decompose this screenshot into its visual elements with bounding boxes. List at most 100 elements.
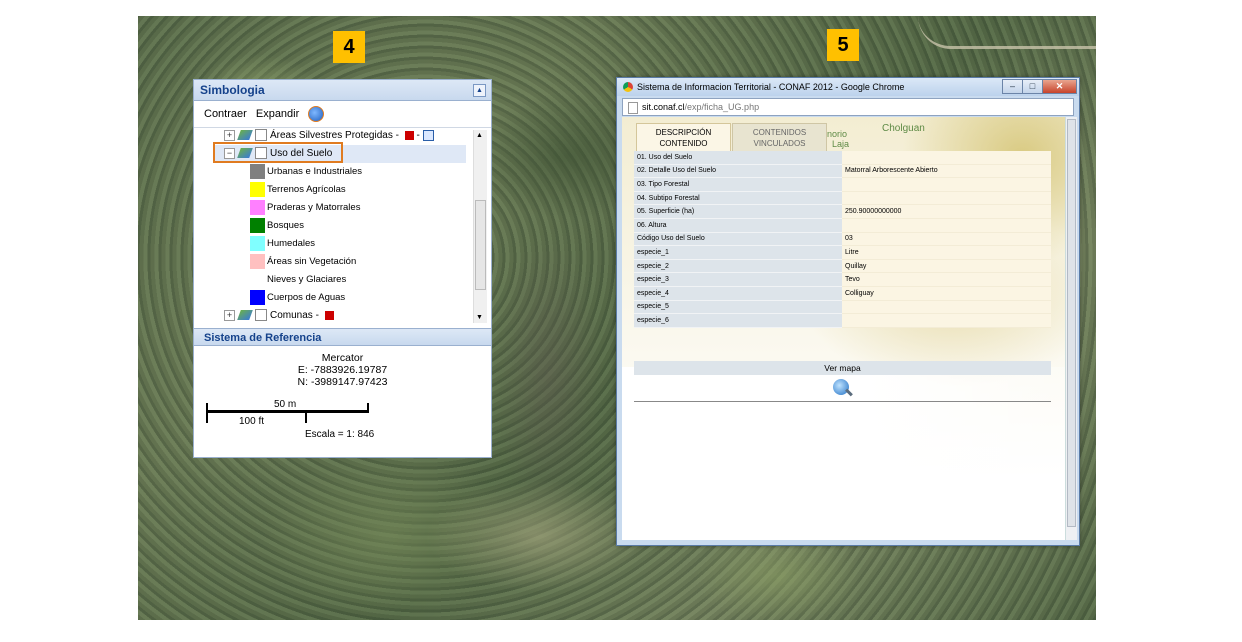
legend-swatch: [250, 200, 265, 215]
contraer-link[interactable]: Contraer: [204, 108, 247, 120]
expand-icon[interactable]: +: [224, 129, 235, 141]
divider: [634, 401, 1051, 402]
expandir-link[interactable]: Expandir: [256, 108, 299, 120]
info-icon[interactable]: [324, 310, 334, 320]
table-row: 04. Subtipo Forestal: [634, 191, 1051, 206]
attribute-value: [842, 300, 1051, 315]
simbologia-title: Simbologia: [200, 83, 265, 97]
url-path: /exp/ficha_UG.php: [684, 102, 760, 112]
legend-swatch: [250, 254, 265, 269]
scroll-thumb[interactable]: [475, 200, 486, 290]
layer-checkbox[interactable]: [255, 309, 267, 322]
attribute-key: especie_4: [634, 286, 842, 301]
attribute-value: Colliguay: [842, 286, 1051, 301]
projection-label: Mercator: [321, 352, 364, 364]
legend-swatch: [250, 218, 265, 233]
legend-label: Cuerpos de Aguas: [267, 292, 346, 303]
easting-value: E: -7883926.19787: [297, 364, 388, 376]
table-row: Código Uso del Suelo 03: [634, 232, 1051, 247]
tab-label-line2: CONTENIDO: [659, 139, 708, 148]
layers-icon: [237, 130, 253, 141]
attribute-value: 250.90000000000: [842, 204, 1051, 219]
scale-metric-label: 50 m: [274, 399, 297, 410]
tab-label-line1: DESCRIPCIÓN: [655, 128, 712, 137]
attribute-value: [842, 191, 1051, 206]
attribute-value: Tevo: [842, 272, 1051, 287]
attribute-value: 03: [842, 232, 1051, 247]
ver-mapa-link[interactable]: Ver mapa: [634, 361, 1051, 375]
window-title: Sistema de Informacion Territorial - CON…: [637, 82, 905, 92]
table-row: 01. Uso del Suelo: [634, 151, 1051, 165]
scale-bar: 50 m 100 ft Escala = 1: 846: [204, 399, 469, 443]
layer-checkbox[interactable]: [255, 129, 267, 142]
scale-imperial-label: 100 ft: [239, 416, 265, 427]
chrome-popup-window: Sistema de Informacion Territorial - CON…: [616, 77, 1080, 546]
tab-contenidos-vinculados[interactable]: CONTENIDOS VINCULADOS: [732, 123, 827, 151]
legend-swatch: [250, 290, 265, 305]
minimize-button[interactable]: –: [1002, 79, 1023, 94]
uso-del-suelo-highlight-box: [213, 142, 343, 163]
legend-label: Urbanas e Industriales: [267, 166, 363, 177]
refresh-icon[interactable]: [308, 106, 325, 123]
maximize-button[interactable]: □: [1022, 79, 1043, 94]
page-content: Cholguan anorio Laja DESCRIPCIÓN CONTENI…: [622, 117, 1065, 540]
tab-label-line1: CONTENIDOS: [752, 128, 807, 137]
map-label-laja: Laja: [832, 139, 850, 149]
referencia-body: Mercator E: -7883926.19787 N: -3989147.9…: [194, 352, 491, 388]
tab-label-line2: VINCULADOS: [753, 139, 806, 148]
attribute-key: 02. Detalle Uso del Suelo: [634, 164, 842, 179]
collapse-panel-button[interactable]: ▲: [473, 84, 486, 97]
layers-icon: [237, 310, 253, 321]
scroll-up-icon[interactable]: ▲: [476, 132, 483, 139]
table-row: 02. Detalle Uso del Suelo Matorral Arbore…: [634, 164, 1051, 179]
info-icon[interactable]: [404, 130, 414, 140]
attribute-key: 03. Tipo Forestal: [634, 177, 842, 192]
attribute-key: especie_5: [634, 300, 842, 315]
table-row: especie_5: [634, 300, 1051, 315]
attribute-key: 05. Superficie (ha): [634, 204, 842, 219]
attribute-key: especie_6: [634, 313, 842, 328]
page-scroll-thumb[interactable]: [1067, 119, 1076, 527]
zoom-map-icon[interactable]: [833, 379, 849, 395]
legend-label: Humedales: [267, 238, 316, 249]
legend-label: Bosques: [267, 220, 304, 231]
tree-item-comunas[interactable]: + Comunas -: [224, 307, 334, 325]
attribute-value: Matorral Arborescente Abierto: [842, 164, 1051, 179]
scroll-down-icon[interactable]: ▼: [476, 314, 483, 321]
legend-label: Áreas sin Vegetación: [267, 256, 357, 267]
attribute-value: [842, 313, 1051, 328]
attribute-key: 06. Altura: [634, 218, 842, 233]
northing-value: N: -3989147.97423: [297, 376, 388, 388]
legend-swatch: [250, 182, 265, 197]
tab-descripcion-contenido[interactable]: DESCRIPCIÓN CONTENIDO: [636, 123, 731, 151]
attribute-value: [842, 177, 1051, 192]
table-row: 06. Altura: [634, 218, 1051, 233]
table-row: 03. Tipo Forestal: [634, 177, 1051, 192]
escala-label: Escala = 1: 846: [305, 429, 375, 440]
table-row: 05. Superficie (ha) 250.90000000000: [634, 204, 1051, 219]
attribute-key: especie_1: [634, 245, 842, 260]
table-row: especie_3 Tevo: [634, 272, 1051, 287]
page-scrollbar[interactable]: [1065, 117, 1077, 540]
page-icon: [628, 101, 638, 114]
window-titlebar[interactable]: Sistema de Informacion Territorial - CON…: [617, 78, 1079, 96]
legend-swatch: [250, 164, 265, 179]
legend-swatch: [250, 236, 265, 251]
tree-item-label: Comunas -: [270, 310, 319, 321]
chrome-icon: [623, 82, 633, 92]
step-badge-5: 5: [827, 29, 859, 61]
legend-label: Terrenos Agrícolas: [267, 184, 346, 195]
attributes-table: 01. Uso del Suelo 02. Detalle Uso del Sue…: [634, 151, 1051, 328]
attribute-value: Quillay: [842, 259, 1051, 274]
simbologia-header: Simbologia ▲: [194, 80, 491, 101]
map-road: [918, 16, 1096, 49]
attribute-key: especie_3: [634, 272, 842, 287]
attribute-value: [842, 218, 1051, 233]
close-button[interactable]: ✕: [1042, 79, 1077, 94]
expand-icon[interactable]: +: [224, 309, 235, 321]
link-icon[interactable]: [422, 129, 434, 141]
simbologia-toolbar: Contraer Expandir: [194, 101, 491, 127]
tree-scrollbar[interactable]: ▲ ▼: [473, 130, 487, 323]
address-bar[interactable]: sit.conaf.cl/exp/ficha_UG.php: [622, 98, 1074, 116]
attribute-key: Código Uso del Suelo: [634, 232, 842, 247]
